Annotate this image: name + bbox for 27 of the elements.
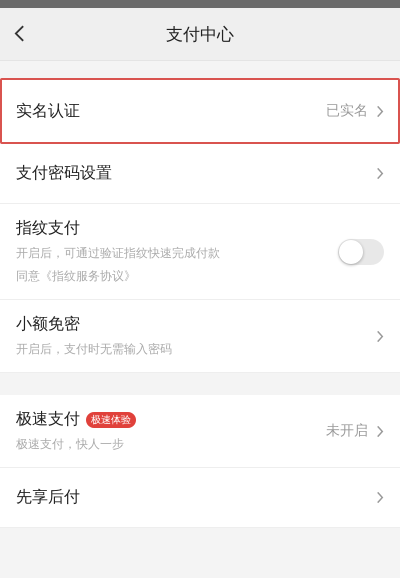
- settings-row[interactable]: 实名认证 已实名: [0, 78, 400, 144]
- settings-row[interactable]: 小额免密 开启后，支付时无需输入密码: [0, 300, 400, 373]
- settings-row[interactable]: 指纹支付 开启后，可通过验证指纹快速完成付款 同意《指纹服务协议》: [0, 204, 400, 300]
- settings-row[interactable]: 支付密码设置: [0, 144, 400, 204]
- row-status: 已实名: [326, 102, 368, 120]
- back-icon[interactable]: [14, 24, 25, 43]
- chevron-icon: [376, 491, 384, 504]
- row-description: 开启后，可通过验证指纹快速完成付款: [16, 245, 220, 262]
- settings-row[interactable]: 先享后付: [0, 468, 400, 528]
- toggle-switch[interactable]: [338, 238, 384, 264]
- chevron-icon: [376, 424, 384, 438]
- row-status: 未开启: [326, 422, 368, 440]
- row-description: 极速支付，快人一步: [16, 436, 125, 453]
- page-title: 支付中心: [166, 24, 234, 46]
- chevron-icon: [376, 330, 384, 342]
- promo-badge: 极速体验: [86, 412, 136, 428]
- row-description: 同意《指纹服务协议》: [16, 268, 137, 285]
- row-title: 先享后付: [16, 487, 80, 508]
- row-title: 实名认证: [16, 100, 80, 122]
- row-description: 开启后，支付时无需输入密码: [16, 341, 172, 358]
- row-title: 指纹支付: [16, 218, 80, 239]
- chevron-icon: [376, 104, 384, 118]
- settings-row[interactable]: 极速支付 极速体验 极速支付，快人一步 未开启: [0, 395, 400, 468]
- row-title: 小额免密: [16, 314, 80, 335]
- row-title: 极速支付: [16, 409, 80, 430]
- chevron-icon: [376, 167, 384, 180]
- row-title: 支付密码设置: [16, 163, 112, 184]
